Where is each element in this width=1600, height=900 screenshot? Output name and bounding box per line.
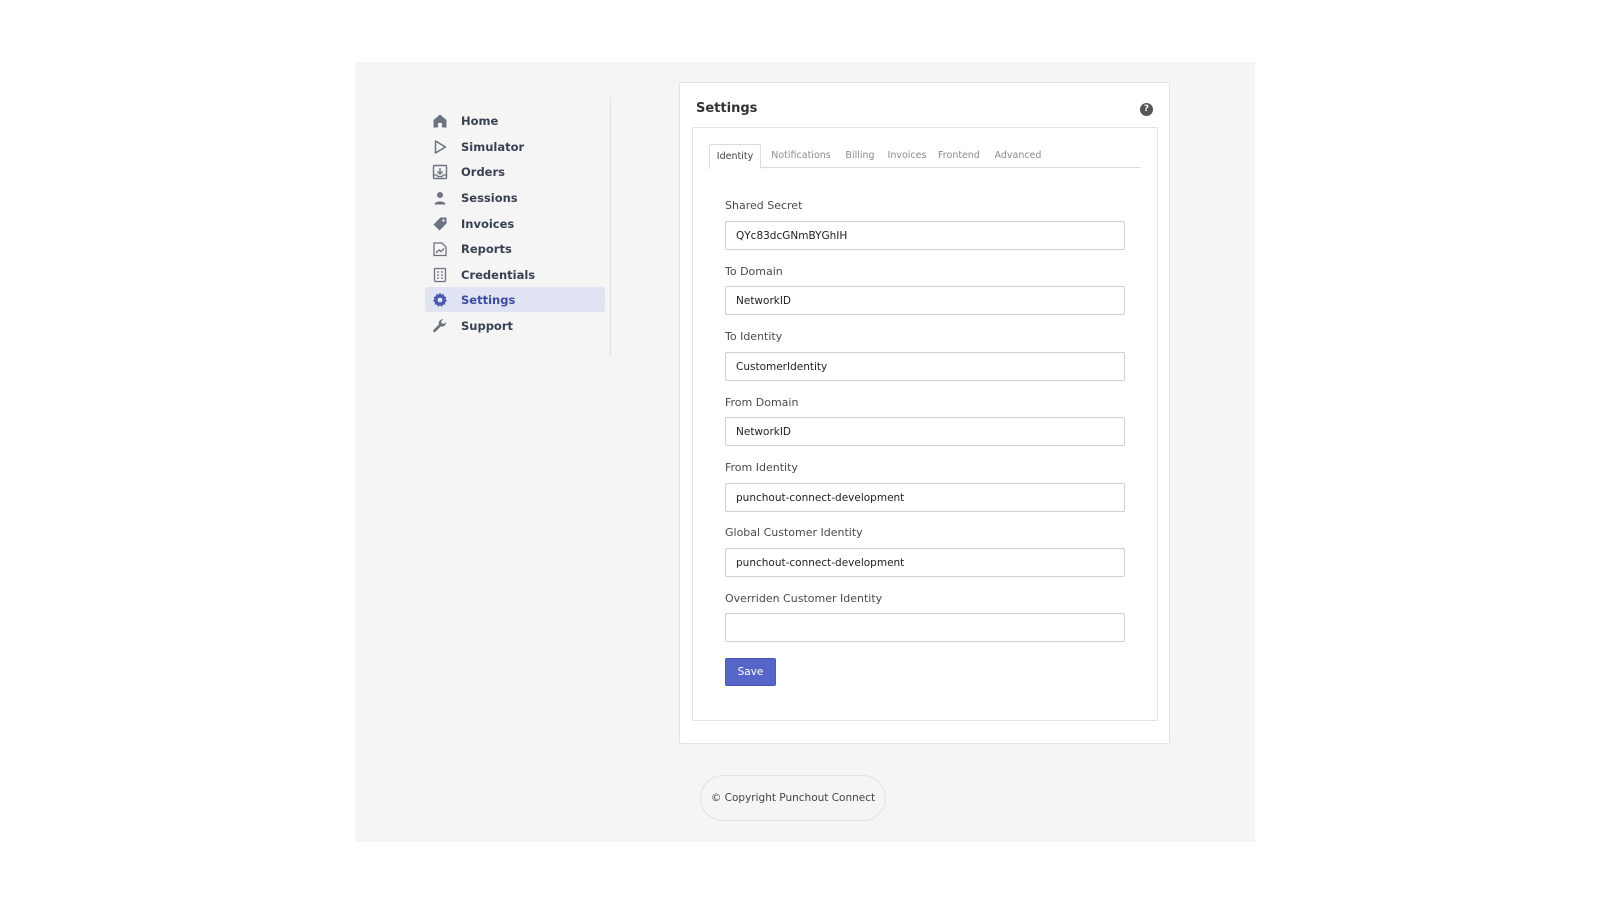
- from-identity-input[interactable]: [725, 483, 1125, 512]
- sidebar-item-reports[interactable]: Reports: [425, 236, 605, 261]
- save-button[interactable]: Save: [725, 658, 776, 686]
- gear-icon: [432, 292, 448, 308]
- sidebar-item-sessions[interactable]: Sessions: [425, 185, 605, 210]
- to-domain-label: To Domain: [725, 265, 783, 278]
- from-identity-label: From Identity: [725, 461, 798, 474]
- sidebar-item-label: Settings: [461, 292, 516, 307]
- global-customer-identity-label: Global Customer Identity: [725, 526, 863, 539]
- play-icon: [432, 139, 448, 155]
- sidebar-item-label: Invoices: [461, 216, 515, 231]
- sidebar-item-home[interactable]: Home: [425, 108, 605, 133]
- tab-frontend[interactable]: Frontend: [932, 144, 986, 168]
- report-chart-icon: [432, 241, 448, 257]
- sidebar-item-label: Home: [461, 113, 499, 128]
- shared-secret-input[interactable]: [725, 221, 1125, 250]
- inbox-download-icon: [432, 164, 448, 180]
- page-title: Settings: [696, 101, 758, 116]
- sidebar-item-label: Support: [461, 318, 514, 333]
- sidebar-item-invoices[interactable]: Invoices: [425, 211, 605, 236]
- to-identity-input[interactable]: [725, 352, 1125, 381]
- sidebar-item-label: Orders: [461, 164, 505, 179]
- from-domain-input[interactable]: [725, 417, 1125, 446]
- sidebar-item-label: Simulator: [461, 139, 525, 154]
- tab-billing[interactable]: Billing: [838, 144, 882, 168]
- sidebar-item-label: Sessions: [461, 190, 518, 205]
- shared-secret-label: Shared Secret: [725, 199, 803, 212]
- settings-tabs: Identity Notifications Billing Invoices …: [709, 144, 1141, 169]
- from-domain-label: From Domain: [725, 396, 799, 409]
- tag-icon: [432, 216, 448, 232]
- sidebar-item-label: Reports: [461, 241, 512, 256]
- sidebar-item-simulator[interactable]: Simulator: [425, 134, 605, 159]
- user-icon: [432, 190, 448, 206]
- settings-card: Settings ? Identity Notifications Billin…: [679, 82, 1170, 744]
- tab-invoices[interactable]: Invoices: [882, 144, 932, 168]
- tab-advanced[interactable]: Advanced: [987, 144, 1049, 168]
- to-identity-label: To Identity: [725, 330, 783, 343]
- app-container: Home Simulator Orders Sessions Invoices: [355, 62, 1255, 842]
- overriden-customer-identity-input[interactable]: [725, 613, 1125, 642]
- overriden-customer-identity-label: Overriden Customer Identity: [725, 592, 883, 605]
- sidebar: Home Simulator Orders Sessions Invoices: [425, 98, 611, 356]
- sidebar-item-label: Credentials: [461, 267, 536, 282]
- tab-identity[interactable]: Identity: [709, 144, 761, 169]
- tab-notifications[interactable]: Notifications: [764, 144, 838, 168]
- settings-panel: Identity Notifications Billing Invoices …: [692, 127, 1158, 721]
- sidebar-item-credentials[interactable]: Credentials: [425, 262, 605, 287]
- help-icon[interactable]: ?: [1140, 103, 1153, 116]
- wrench-icon: [432, 318, 448, 334]
- sidebar-item-orders[interactable]: Orders: [425, 159, 605, 184]
- to-domain-input[interactable]: [725, 286, 1125, 315]
- global-customer-identity-input[interactable]: [725, 548, 1125, 577]
- document-list-icon: [432, 267, 448, 283]
- sidebar-item-support[interactable]: Support: [425, 313, 605, 338]
- sidebar-item-settings[interactable]: Settings: [425, 287, 605, 312]
- footer-copyright: © Copyright Punchout Connect: [700, 775, 886, 821]
- home-icon: [432, 113, 448, 129]
